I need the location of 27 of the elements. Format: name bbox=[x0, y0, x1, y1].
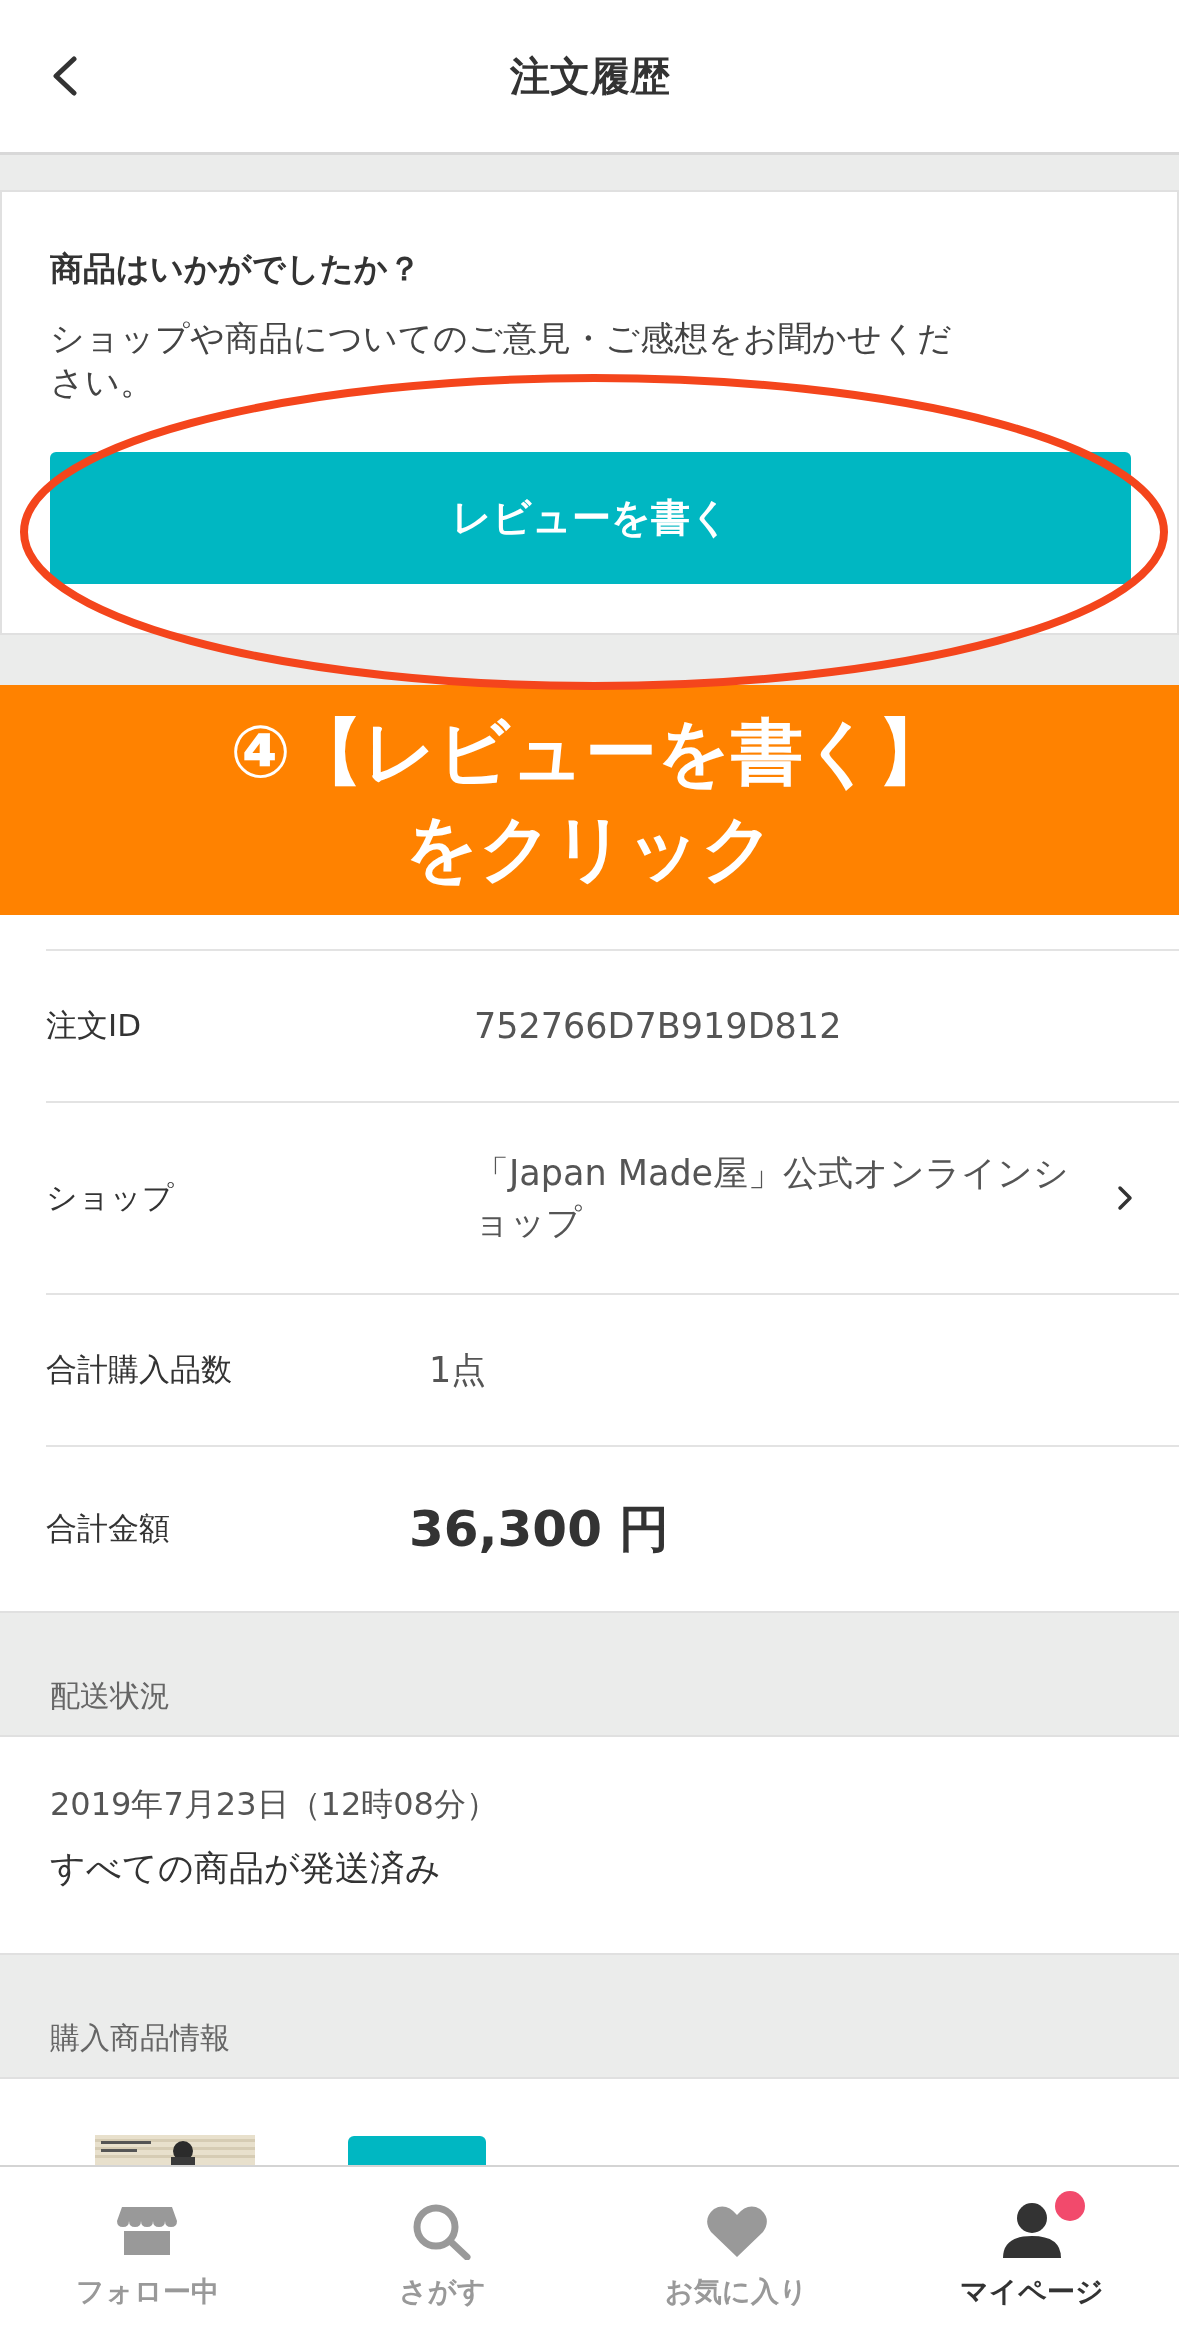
tab[interactable]: お気に入り bbox=[589, 2167, 885, 2352]
heart-icon bbox=[705, 2205, 768, 2257]
instruction-text: ④【レビューを書く】 bbox=[230, 709, 949, 796]
search-icon bbox=[411, 2202, 474, 2260]
person-icon bbox=[1000, 2202, 1063, 2260]
review-heading: 商品はいかがでしたか？ bbox=[50, 248, 422, 290]
instruction-text: をクリック bbox=[404, 805, 775, 892]
detail-label: ショップ bbox=[46, 1178, 175, 1217]
tab[interactable]: マイページ bbox=[884, 2167, 1179, 2352]
shop-link[interactable]: 「Japan Made屋」公式オンラインショップ bbox=[474, 1149, 1117, 1247]
detail-value: 1点 bbox=[429, 1348, 488, 1392]
review-message: ショップや商品についてのご意見・ご感想をお聞かせください。 bbox=[50, 317, 953, 405]
tab[interactable]: フォロー中 bbox=[0, 2167, 295, 2352]
detail-label: 注文ID bbox=[46, 1006, 142, 1045]
detail-label: 合計購入品数 bbox=[46, 1350, 233, 1389]
write-review-button[interactable]: レビューを書く bbox=[50, 452, 1131, 585]
detail-value: 752766D7B919D812 bbox=[474, 1004, 843, 1048]
section-title: 購入商品情報 bbox=[50, 2019, 230, 2057]
back-icon[interactable] bbox=[50, 56, 80, 96]
page-title: 注文履歴 bbox=[509, 51, 670, 101]
section-title: 配送状況 bbox=[50, 1677, 170, 1715]
store-icon bbox=[116, 2205, 179, 2257]
chevron-right-icon[interactable] bbox=[1117, 1185, 1133, 1211]
shipping-datetime: 2019年7月23日（12時08分） bbox=[50, 1784, 499, 1825]
total-amount: 36,300 円 bbox=[409, 1499, 671, 1560]
tab[interactable]: さがす bbox=[294, 2167, 590, 2352]
shipping-status: すべての商品が発送済み bbox=[50, 1847, 442, 1890]
